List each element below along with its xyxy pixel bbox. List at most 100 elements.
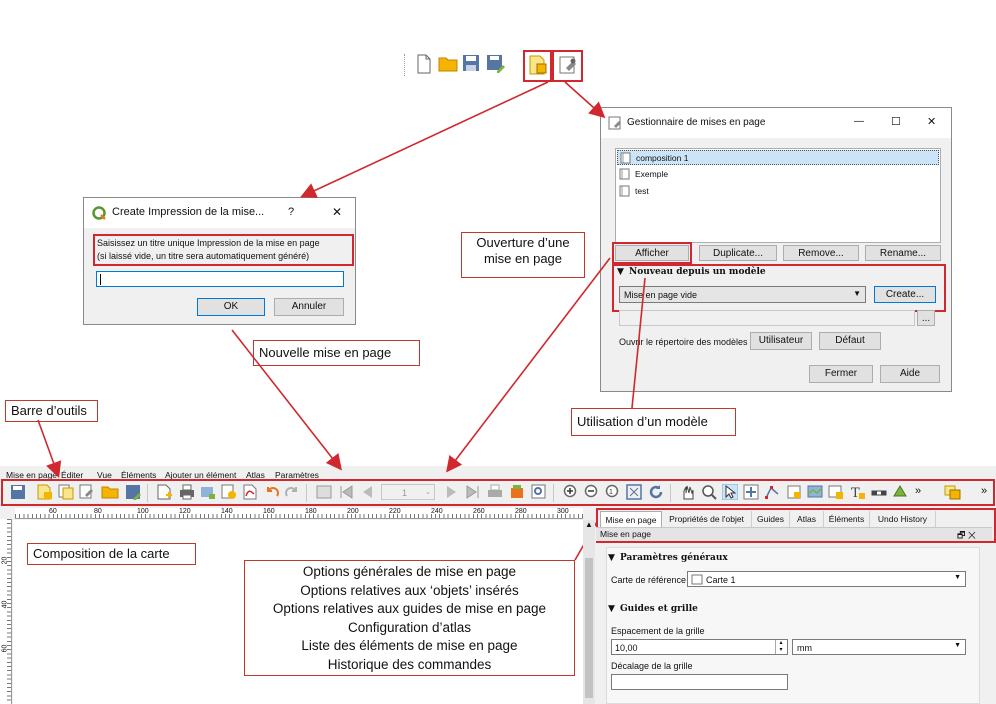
tab-layout[interactable]: Mise en page	[600, 511, 662, 527]
list-item[interactable]: test	[617, 184, 939, 199]
default-templates-button[interactable]: Défaut	[819, 332, 881, 350]
canvas-vertical-scrollbar[interactable]: ▲	[583, 520, 595, 704]
save-icon[interactable]	[462, 54, 480, 72]
export-image-icon[interactable]	[200, 484, 216, 500]
print-icon[interactable]	[179, 484, 195, 500]
create-button[interactable]: Create...	[874, 286, 936, 303]
tab-atlas[interactable]: Atlas	[790, 511, 824, 527]
new-layout-icon[interactable]	[416, 54, 432, 74]
dock-title-bar: Mise en page 🗗 ✕	[596, 527, 992, 541]
next-feature-icon[interactable]	[444, 484, 460, 500]
previous-feature-icon[interactable]	[359, 484, 375, 500]
layout-manager-icon[interactable]	[558, 55, 578, 75]
ok-button[interactable]: OK	[197, 298, 265, 316]
print-atlas-icon[interactable]	[487, 484, 503, 500]
user-templates-button[interactable]: Utilisateur	[750, 332, 812, 350]
duplicate-button[interactable]: Duplicate...	[699, 245, 777, 261]
show-button[interactable]: Afficher	[615, 245, 689, 261]
add-label-icon[interactable]: T	[850, 484, 866, 500]
spinbox-arrows-icon[interactable]: ▴ ▾	[775, 640, 786, 654]
last-feature-icon[interactable]	[465, 484, 481, 500]
grid-section-title: Guides et grille	[620, 604, 698, 614]
save-as-template-icon[interactable]	[125, 484, 141, 500]
refresh-icon[interactable]	[648, 484, 664, 500]
grid-spacing-input[interactable]: 10,00 ▴ ▾	[611, 639, 788, 655]
list-item[interactable]: composition 1	[617, 150, 939, 165]
select-tool-icon[interactable]	[722, 484, 738, 500]
tab-items[interactable]: Éléments	[824, 511, 870, 527]
list-item[interactable]: Exemple	[617, 167, 939, 182]
collapse-arrow-icon[interactable]: ▼	[608, 604, 615, 614]
dock-float-close-icons[interactable]: 🗗 ✕	[957, 528, 976, 544]
remove-button[interactable]: Remove...	[783, 245, 859, 261]
tab-item-properties[interactable]: Propriétés de l'objet	[662, 511, 752, 527]
save-as-icon[interactable]	[486, 54, 506, 74]
align-items-icon[interactable]	[944, 484, 962, 500]
cancel-button[interactable]: Annuler	[274, 298, 344, 316]
add-page-item-icon[interactable]	[786, 484, 802, 500]
maximize-icon[interactable]: ☐	[891, 115, 901, 128]
atlas-page-select[interactable]: 1 ⌄	[381, 484, 435, 500]
open-folder-icon[interactable]	[101, 485, 119, 499]
grid-unit-select[interactable]: mm ▼	[792, 639, 966, 655]
zoom-in-icon[interactable]	[563, 484, 579, 500]
add-page-icon[interactable]	[156, 484, 172, 500]
redo-icon[interactable]	[284, 484, 300, 500]
close-icon[interactable]: ✕	[927, 115, 936, 128]
toolbar-overflow-icon[interactable]: »	[915, 485, 921, 497]
export-svg-icon[interactable]	[221, 484, 237, 500]
tab-undo-history[interactable]: Undo History	[870, 511, 936, 527]
map-composition-callout-text: Composition de la carte	[33, 546, 170, 561]
help-icon[interactable]: ?	[288, 206, 294, 218]
help-button[interactable]: Aide	[880, 365, 940, 383]
layout-title-input[interactable]	[96, 271, 344, 287]
new-layout-callout: Nouvelle mise en page	[253, 340, 420, 366]
grid-offset-input[interactable]	[611, 674, 788, 690]
layout-manager-icon[interactable]	[79, 484, 95, 500]
close-button[interactable]: Fermer	[809, 365, 873, 383]
scroll-up-icon[interactable]: ▲	[585, 520, 593, 529]
chevron-down-icon: ▼	[954, 642, 961, 649]
collapse-arrow-icon[interactable]: ▼	[608, 553, 615, 563]
zoom-out-icon[interactable]	[584, 484, 600, 500]
new-print-layout-icon[interactable]	[37, 484, 53, 500]
undo-icon[interactable]	[264, 484, 280, 500]
template-path-input[interactable]	[619, 310, 915, 326]
edit-nodes-icon[interactable]	[764, 484, 780, 500]
export-pdf-icon[interactable]	[242, 484, 258, 500]
add-map-icon[interactable]	[807, 484, 823, 500]
vertical-ruler: 20 40 60	[0, 519, 12, 704]
zoom-tool-icon[interactable]	[701, 484, 717, 500]
scrollbar-thumb[interactable]	[585, 558, 593, 698]
create-dialog-prompt-line1: Saisissez un titre unique Impression de …	[97, 238, 320, 248]
add-picture-icon[interactable]	[828, 484, 844, 500]
move-content-icon[interactable]	[743, 484, 759, 500]
collapse-arrow-icon[interactable]: ▼	[617, 267, 624, 277]
zoom-actual-icon[interactable]: 1	[605, 484, 621, 500]
atlas-settings-icon[interactable]	[531, 484, 547, 500]
add-scale-bar-icon[interactable]	[871, 484, 887, 500]
zoom-full-icon[interactable]	[626, 484, 642, 500]
duplicate-layout-icon[interactable]	[58, 484, 74, 500]
minimize-icon[interactable]: —	[854, 116, 864, 127]
add-shape-icon[interactable]	[892, 484, 908, 500]
toolbar-overflow-icon[interactable]: »	[981, 485, 987, 497]
save-icon[interactable]	[10, 484, 26, 500]
new-layout-callout-text: Nouvelle mise en page	[259, 345, 392, 360]
new-print-layout-icon[interactable]	[528, 55, 548, 75]
atlas-preview-icon[interactable]	[316, 484, 332, 500]
template-select[interactable]: Mise en page vide ▼	[619, 286, 866, 303]
atlas-page-value: 1	[402, 488, 408, 498]
dock-title: Mise en page	[600, 529, 652, 539]
rename-button[interactable]: Rename...	[865, 245, 941, 261]
first-feature-icon[interactable]	[338, 484, 354, 500]
export-atlas-icon[interactable]	[509, 484, 525, 500]
close-icon[interactable]: ✕	[332, 205, 342, 219]
pan-icon[interactable]	[680, 484, 696, 500]
browse-button[interactable]: ...	[917, 310, 935, 326]
open-layout-callout-line2: mise en page	[483, 251, 563, 266]
panel-list-item: Options générales de mise en page	[302, 564, 517, 579]
tab-guides[interactable]: Guides	[752, 511, 790, 527]
reference-map-select[interactable]: Carte 1 ▼	[687, 571, 966, 587]
open-folder-icon[interactable]	[438, 55, 458, 73]
